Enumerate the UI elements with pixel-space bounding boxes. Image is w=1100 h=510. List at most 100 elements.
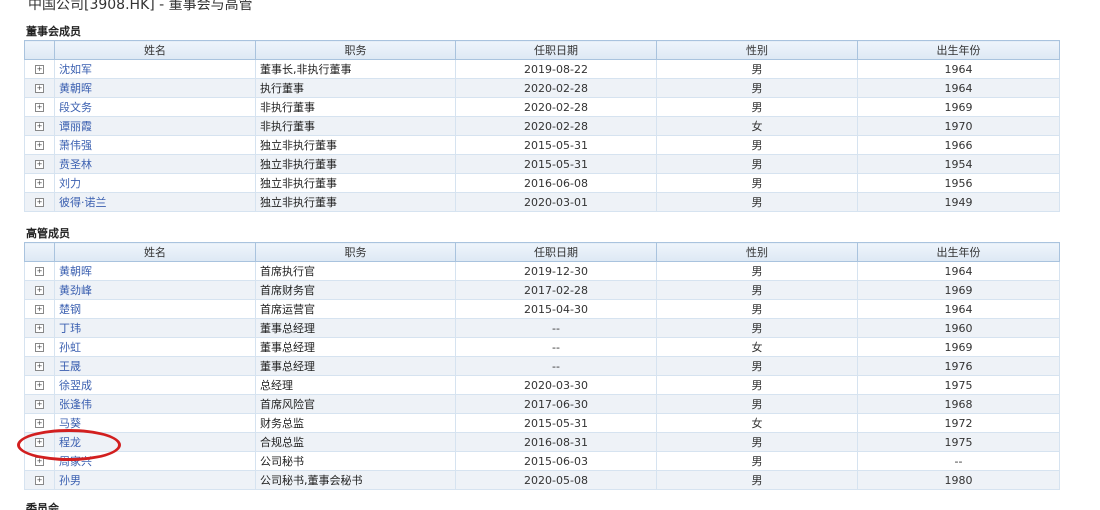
birth-year-cell: 1980 [857,470,1060,490]
expand-plus-icon[interactable]: + [35,343,44,352]
position-cell: 董事总经理 [255,337,456,357]
expand-cell[interactable]: + [24,356,55,376]
expand-cell[interactable]: + [24,470,55,490]
table-row: + 张逢伟 首席风险官 2017-06-30 男 1968 [24,394,1060,414]
person-name-link[interactable]: 徐翌成 [54,375,256,395]
birth-year-cell: 1966 [857,135,1060,155]
expand-cell[interactable]: + [24,432,55,452]
person-name-link[interactable]: 彼得·诺兰 [54,192,256,212]
person-name-link[interactable]: 周家兴 [54,451,256,471]
person-name-link[interactable]: 沈如军 [54,59,256,79]
expand-cell[interactable]: + [24,154,55,174]
column-header-gender[interactable]: 性别 [656,242,858,262]
gender-cell: 男 [656,394,858,414]
expand-plus-icon[interactable]: + [35,141,44,150]
person-name-link[interactable]: 萧伟强 [54,135,256,155]
birth-year-cell: 1964 [857,78,1060,98]
person-name-link[interactable]: 王晟 [54,356,256,376]
expand-plus-icon[interactable]: + [35,267,44,276]
birth-year-cell: 1968 [857,394,1060,414]
gender-cell: 男 [656,97,858,117]
expand-cell[interactable]: + [24,261,55,281]
person-name-link[interactable]: 孙男 [54,470,256,490]
expand-plus-icon[interactable]: + [35,362,44,371]
expand-cell[interactable]: + [24,394,55,414]
gender-cell: 男 [656,470,858,490]
expand-plus-icon[interactable]: + [35,198,44,207]
position-cell: 首席运营官 [255,299,456,319]
expand-plus-icon[interactable]: + [35,305,44,314]
column-header-date[interactable]: 任职日期 [455,40,657,60]
person-name-link[interactable]: 楚钢 [54,299,256,319]
expand-cell[interactable]: + [24,451,55,471]
person-name-link[interactable]: 黄朝晖 [54,78,256,98]
expand-cell[interactable]: + [24,413,55,433]
appointment-date-cell: 2020-02-28 [455,116,657,136]
birth-year-cell: 1975 [857,432,1060,452]
expand-cell[interactable]: + [24,97,55,117]
expand-plus-icon[interactable]: + [35,324,44,333]
board-table: 姓名 职务 任职日期 性别 出生年份 + 沈如军 董事长,非执行董事 2019-08-… [24,40,1060,212]
person-name-link[interactable]: 段文务 [54,97,256,117]
gender-cell: 男 [656,432,858,452]
person-name-link[interactable]: 刘力 [54,173,256,193]
position-cell: 公司秘书,董事会秘书 [255,470,456,490]
executives-table-header: 姓名 职务 任职日期 性别 出生年份 [24,242,1060,262]
expand-plus-icon[interactable]: + [35,438,44,447]
appointment-date-cell: 2015-05-31 [455,413,657,433]
expand-cell[interactable]: + [24,375,55,395]
column-header-gender[interactable]: 性别 [656,40,858,60]
column-header-birth[interactable]: 出生年份 [857,40,1060,60]
person-name-link[interactable]: 谭丽霞 [54,116,256,136]
gender-cell: 男 [656,192,858,212]
person-name-link[interactable]: 孙虹 [54,337,256,357]
expand-cell[interactable]: + [24,59,55,79]
expand-plus-icon[interactable]: + [35,457,44,466]
person-name-link[interactable]: 贲圣林 [54,154,256,174]
gender-cell: 男 [656,356,858,376]
position-cell: 独立非执行董事 [255,135,456,155]
position-cell: 董事总经理 [255,356,456,376]
expand-cell[interactable]: + [24,337,55,357]
appointment-date-cell: 2015-04-30 [455,299,657,319]
expand-plus-icon[interactable]: + [35,65,44,74]
expand-plus-icon[interactable]: + [35,103,44,112]
position-cell: 总经理 [255,375,456,395]
person-name-link[interactable]: 丁玮 [54,318,256,338]
person-name-link[interactable]: 黄劲峰 [54,280,256,300]
expand-plus-icon[interactable]: + [35,84,44,93]
expand-cell[interactable]: + [24,78,55,98]
position-cell: 非执行董事 [255,97,456,117]
expand-plus-icon[interactable]: + [35,286,44,295]
birth-year-cell: 1964 [857,299,1060,319]
column-header-position[interactable]: 职务 [255,40,456,60]
expand-cell[interactable]: + [24,280,55,300]
column-header-name[interactable]: 姓名 [54,242,256,262]
expand-plus-icon[interactable]: + [35,476,44,485]
expand-cell[interactable]: + [24,318,55,338]
expand-plus-icon[interactable]: + [35,400,44,409]
expand-plus-icon[interactable]: + [35,179,44,188]
person-name-link[interactable]: 程龙 [54,432,256,452]
expand-cell[interactable]: + [24,135,55,155]
expand-cell[interactable]: + [24,299,55,319]
gender-cell: 男 [656,318,858,338]
person-name-link[interactable]: 黄朝晖 [54,261,256,281]
column-header-position[interactable]: 职务 [255,242,456,262]
expand-cell[interactable]: + [24,173,55,193]
expand-cell[interactable]: + [24,116,55,136]
expand-plus-icon[interactable]: + [35,381,44,390]
column-header-name[interactable]: 姓名 [54,40,256,60]
expand-plus-icon[interactable]: + [35,419,44,428]
birth-year-cell: 1969 [857,337,1060,357]
expand-cell[interactable]: + [24,192,55,212]
column-header-date[interactable]: 任职日期 [455,242,657,262]
expand-plus-icon[interactable]: + [35,160,44,169]
column-header-birth[interactable]: 出生年份 [857,242,1060,262]
position-cell: 财务总监 [255,413,456,433]
expand-plus-icon[interactable]: + [35,122,44,131]
person-name-link[interactable]: 张逢伟 [54,394,256,414]
person-name-link[interactable]: 马葵 [54,413,256,433]
appointment-date-cell: 2020-02-28 [455,97,657,117]
appointment-date-cell: 2020-02-28 [455,78,657,98]
